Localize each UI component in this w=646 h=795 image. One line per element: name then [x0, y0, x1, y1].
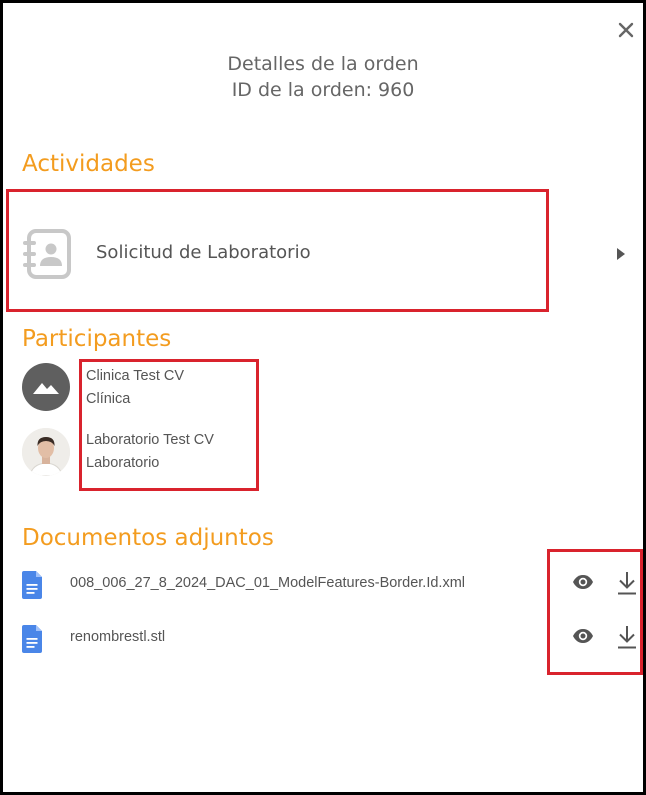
- avatar-laboratory: [22, 428, 70, 476]
- document-name[interactable]: renombrestl.stl: [70, 629, 165, 645]
- documents-heading: Documentos adjuntos: [22, 525, 274, 551]
- activities-heading: Actividades: [22, 151, 155, 177]
- document-icon: [22, 571, 44, 604]
- highlight-box-document-actions: [547, 549, 643, 675]
- participants-heading: Participantes: [22, 326, 172, 352]
- avatar-clinic: [22, 363, 70, 411]
- highlight-box-participants: [79, 359, 259, 491]
- highlight-box-activity: [6, 189, 549, 312]
- document-icon: [22, 625, 44, 658]
- document-name[interactable]: 008_006_27_8_2024_DAC_01_ModelFeatures-B…: [70, 575, 465, 591]
- title-line-1: Detalles de la orden: [227, 53, 419, 75]
- close-button[interactable]: [615, 19, 637, 41]
- person-photo: [22, 428, 70, 476]
- close-icon: [618, 22, 634, 38]
- order-details-dialog: Detalles de la orden ID de la orden: 960…: [0, 0, 646, 795]
- caret-right-icon: [617, 247, 625, 265]
- order-id: ID de la orden: 960: [231, 79, 415, 101]
- image-placeholder-icon: [33, 383, 59, 394]
- dialog-title: Detalles de la orden ID de la orden: 960: [3, 51, 643, 103]
